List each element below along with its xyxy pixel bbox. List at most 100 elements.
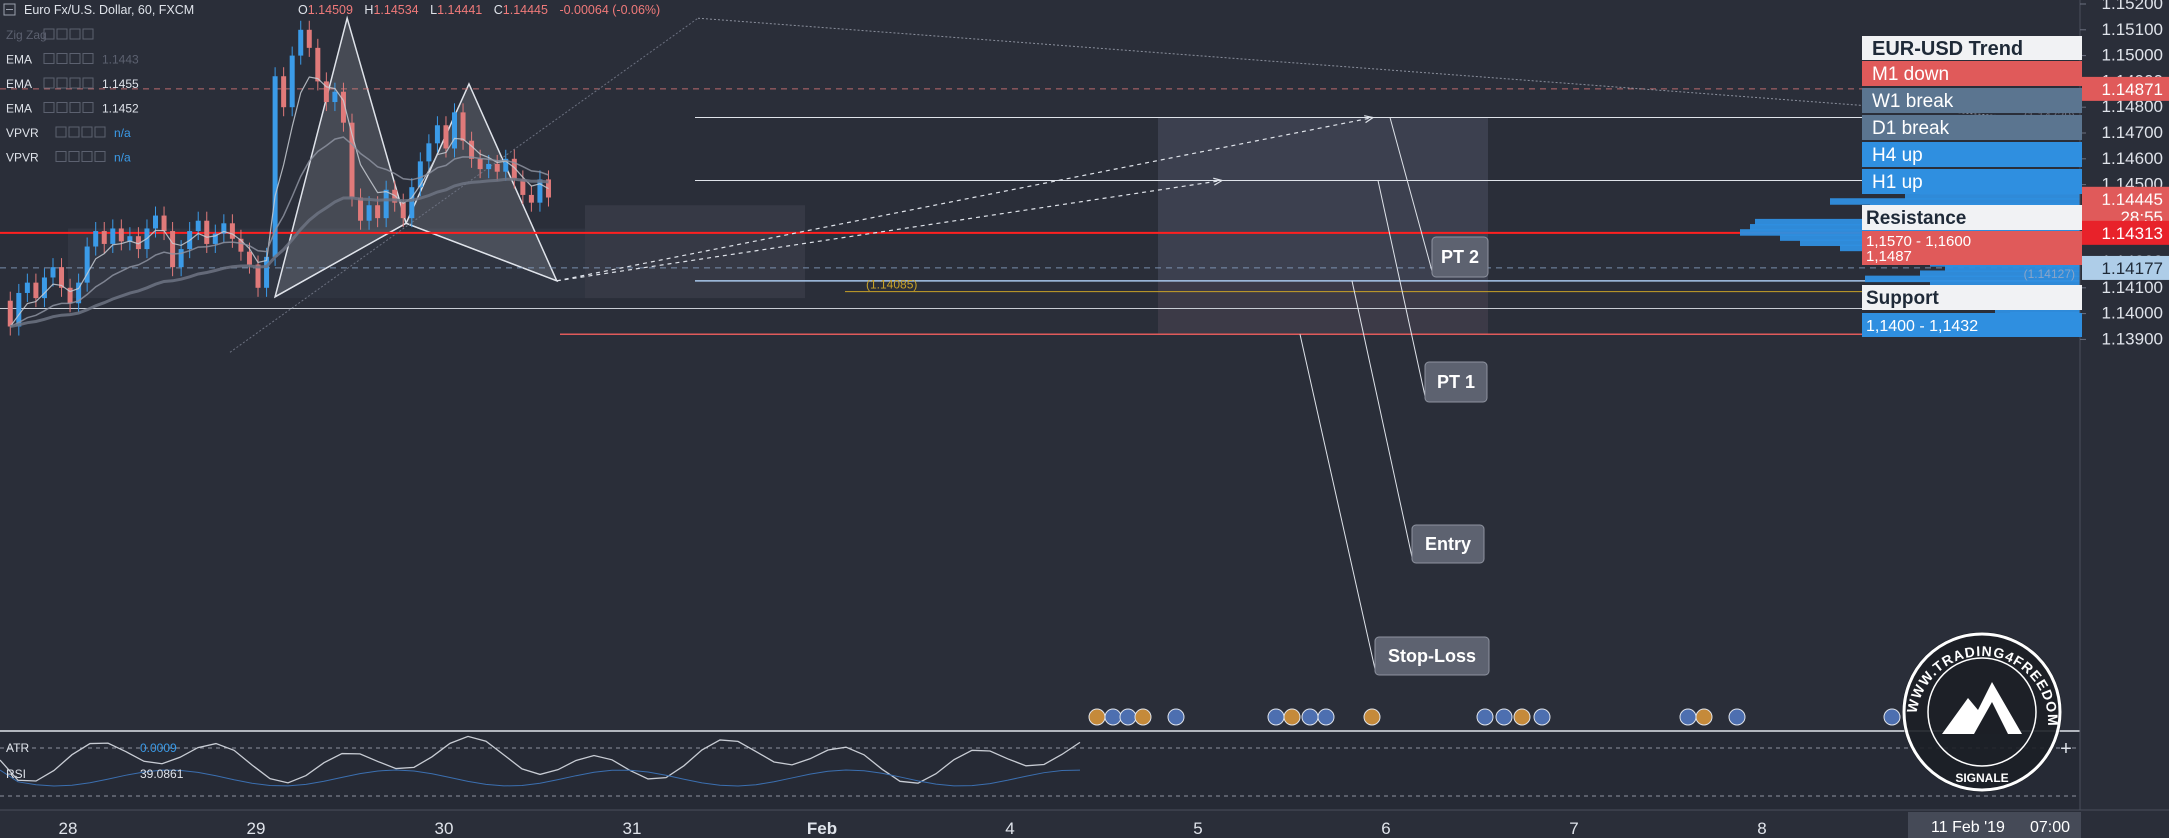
candle-body [153, 215, 159, 229]
ohlc-readout: O1.14509 H1.14534 L1.14441 C1.14445 -0.0… [298, 3, 660, 17]
economic-event-icon [1283, 708, 1301, 726]
resistance-value: 1,1487 [1866, 248, 1912, 265]
y-tick-label: 1.14000 [2102, 304, 2163, 323]
ohlc-high: 1.14534 [373, 3, 418, 17]
level-label: (1.14085) [866, 278, 917, 292]
candle-body [486, 163, 492, 170]
economic-event-icon [1134, 708, 1152, 726]
indicator-value: 1.1452 [102, 102, 139, 116]
candle-body [110, 228, 116, 244]
x-tick-label: 28 [59, 819, 78, 838]
time-axis[interactable] [0, 810, 2169, 838]
economic-event-icon [1883, 708, 1901, 726]
economic-event-icon [1267, 708, 1285, 726]
candle-body [426, 143, 432, 162]
candle-body [460, 112, 466, 141]
economic-event-icon [1695, 708, 1713, 726]
header-legend: Euro Fx/U.S. Dollar, 60, FXCM O1.14509 H… [3, 3, 660, 17]
ohlc-h-label: H [364, 3, 373, 17]
indicator-value: n/a [114, 126, 131, 140]
x-tick-label: 31 [623, 819, 642, 838]
rsi-label: RSI [6, 767, 26, 781]
time-badge-date: 11 Feb '19 [1931, 819, 2005, 836]
trend-row-label: H1 up [1872, 172, 1923, 193]
price-badge-label: 1.14177 [2102, 259, 2163, 278]
trend-panel-title: EUR-USD Trend [1872, 38, 2023, 60]
ohlc-low: 1.14441 [437, 3, 482, 17]
candle-body [375, 205, 381, 219]
candle-body [298, 29, 304, 56]
economic-event-icon [1167, 708, 1185, 726]
candle-body [93, 231, 99, 247]
price-badge-label: 1.14313 [2102, 224, 2163, 243]
y-tick-label: 1.14700 [2102, 123, 2163, 142]
stop-zone [1158, 280, 1488, 335]
economic-event-icon [1728, 708, 1746, 726]
level-label: (1.14127) [2024, 267, 2075, 281]
time-badge-time: 07:00 [2030, 819, 2070, 836]
indicator-name: EMA [6, 53, 32, 67]
chart-canvas: PT 2PT 1EntryStop-Loss(1.14516)(1.14127)… [0, 0, 2169, 838]
candle-body [443, 125, 449, 149]
candle-body [434, 125, 440, 144]
indicator-name: EMA [6, 102, 32, 116]
x-tick-label: 5 [1193, 819, 1202, 838]
economic-event-icon [1476, 708, 1494, 726]
candle-body [400, 202, 406, 219]
economic-event-icon [1363, 708, 1381, 726]
consolidation-box [585, 205, 805, 299]
logo-subtext: SIGNALE [1955, 771, 2008, 785]
ohlc-o-label: O [298, 3, 308, 17]
candle-body [7, 300, 13, 327]
atr-label: ATR [6, 741, 29, 755]
indicator-name: EMA [6, 77, 32, 91]
indicator-name: VPVR [6, 126, 39, 140]
candle-body [417, 161, 423, 188]
support-title: Support [1866, 288, 1939, 309]
candle-body [281, 76, 287, 108]
indicator-value: 1.1443 [102, 53, 139, 67]
x-tick-label: 8 [1757, 819, 1766, 838]
y-tick-label: 1.15100 [2102, 20, 2163, 39]
candle-body [24, 282, 30, 293]
ohlc-l-label: L [430, 3, 437, 17]
x-tick-label: 29 [247, 819, 266, 838]
callout-label: Stop-Loss [1388, 646, 1476, 666]
candle-body [332, 91, 338, 103]
price-badge-label: 1.14871 [2102, 80, 2163, 99]
ohlc-c-label: C [494, 3, 503, 17]
economic-event-icon [1679, 708, 1697, 726]
indicator-name: VPVR [6, 151, 39, 165]
indicator-value: n/a [114, 151, 131, 165]
candle-body [494, 163, 500, 172]
candle-body [537, 179, 543, 203]
y-tick-label: 1.14600 [2102, 149, 2163, 168]
candle-body [101, 231, 107, 244]
candle-body [229, 223, 235, 239]
candle-body [452, 112, 458, 149]
symbol-title[interactable]: Euro Fx/U.S. Dollar, 60, FXCM [24, 3, 194, 17]
x-tick-label: 6 [1381, 819, 1390, 838]
x-tick-label: Feb [807, 819, 837, 838]
indicator-value: 1.1455 [102, 77, 139, 91]
candle-body [204, 220, 210, 244]
candle-body [358, 197, 364, 221]
candle-body [170, 231, 176, 268]
candle-body [178, 249, 184, 268]
ohlc-open: 1.14509 [308, 3, 353, 17]
candle-body [246, 251, 252, 265]
y-tick-label: 1.15200 [2102, 0, 2163, 13]
candle-body [477, 158, 483, 170]
candle-body [383, 189, 389, 219]
economic-event-icon [1513, 708, 1531, 726]
candle-body [161, 215, 167, 232]
add-indicator-icon: + [2060, 738, 2072, 760]
candle-body [50, 267, 56, 278]
candle-body [366, 205, 372, 221]
trend-row-label: M1 down [1872, 64, 1949, 85]
trend-row-label: H4 up [1872, 145, 1923, 166]
rsi-value: 39.0861 [140, 767, 184, 781]
x-tick-label: 30 [435, 819, 454, 838]
economic-event-icon [1088, 708, 1106, 726]
x-tick-label: 7 [1569, 819, 1578, 838]
